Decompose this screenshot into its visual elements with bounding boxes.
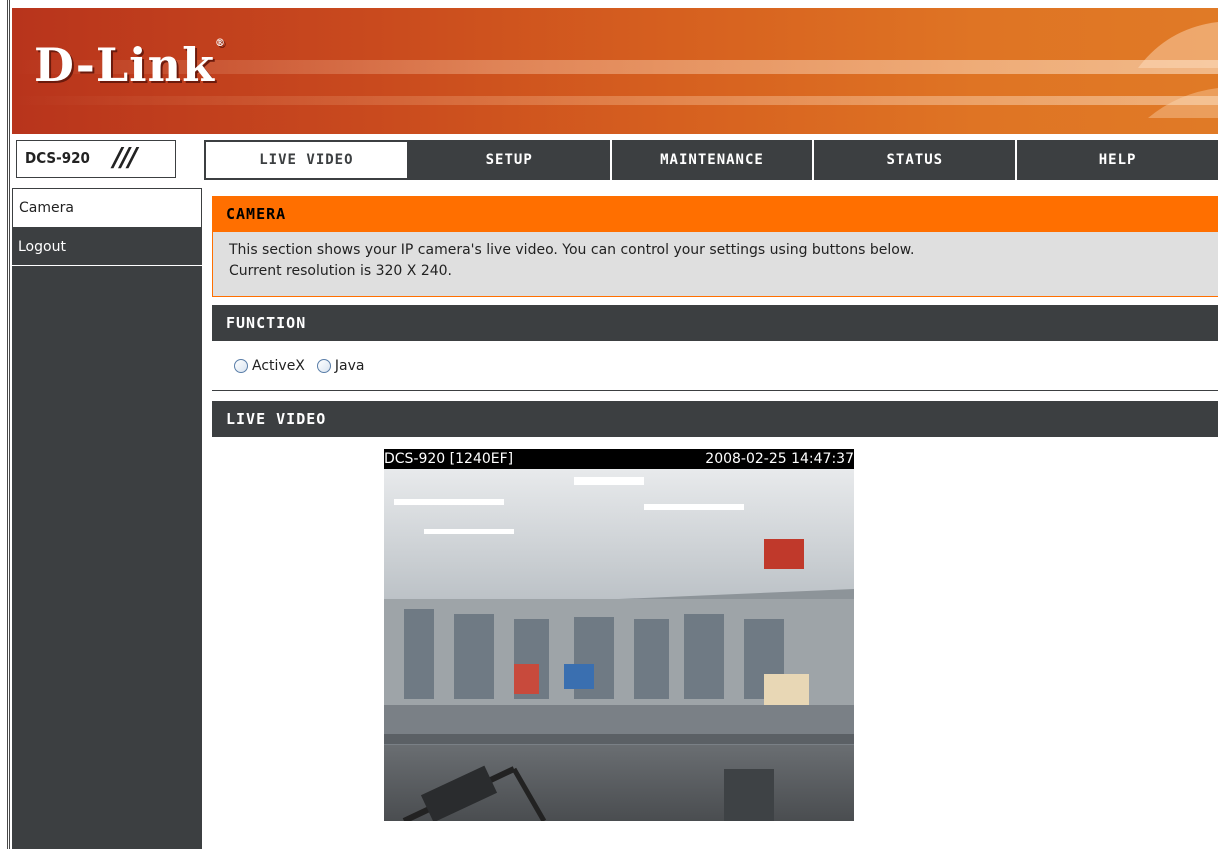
camera-section-body: This section shows your IP camera's live… (212, 232, 1218, 297)
activex-label: ActiveX (252, 357, 305, 374)
tab-status[interactable]: STATUS (814, 140, 1018, 180)
camera-image (384, 469, 854, 821)
tab-maintenance[interactable]: MAINTENANCE (611, 140, 815, 180)
camera-description: This section shows your IP camera's live… (229, 242, 915, 258)
tab-label: HELP (1098, 152, 1137, 168)
function-options: ActiveX Java (212, 341, 1218, 391)
camera-section-header: CAMERA (212, 196, 1218, 232)
activex-radio[interactable] (234, 358, 248, 373)
tab-help[interactable]: HELP (1017, 140, 1218, 180)
tab-setup[interactable]: SETUP (408, 140, 612, 180)
function-section-header: FUNCTION (212, 305, 1218, 341)
video-timestamp: 2008-02-25 14:47:37 (705, 451, 854, 467)
nav-tabs: LIVE VIDEO SETUP MAINTENANCE STATUS HELP (204, 140, 1218, 180)
header-banner: D-Link® (12, 8, 1218, 134)
java-option[interactable]: Java (316, 357, 365, 374)
banner-swoosh-graphic (1138, 22, 1218, 118)
live-video-body: DCS-920 [1240EF] 2008-02-25 14:47:37 (212, 437, 1218, 857)
activex-option[interactable]: ActiveX (234, 358, 305, 374)
top-navigation: DCS-920 /// LIVE VIDEO SETUP MAINTENANCE… (12, 136, 1218, 184)
model-slashes: /// (113, 143, 137, 173)
tab-label: SETUP (485, 152, 533, 168)
sidebar: Camera Logout (12, 188, 202, 849)
banner-stripe (12, 96, 1218, 105)
java-radio[interactable] (316, 358, 331, 373)
live-video-feed: DCS-920 [1240EF] 2008-02-25 14:47:37 (384, 449, 854, 821)
java-label: Java (334, 357, 365, 374)
resolution-text: Current resolution is 320 X 240. (229, 263, 453, 279)
model-badge: DCS-920 /// (16, 140, 176, 178)
dlink-logo: D-Link® (34, 38, 226, 92)
main-content: CAMERA This section shows your IP camera… (212, 196, 1218, 857)
sidebar-item-label: Logout (18, 239, 66, 255)
sidebar-item-label: Camera (19, 200, 74, 216)
logo-text: D-Link (34, 38, 215, 92)
tab-label: LIVE VIDEO (259, 152, 354, 168)
tab-label: STATUS (886, 152, 944, 168)
sidebar-item-logout[interactable]: Logout (12, 228, 202, 266)
sidebar-item-camera[interactable]: Camera (12, 188, 202, 228)
tab-live-video[interactable]: LIVE VIDEO (204, 140, 409, 180)
video-overlay-caption: DCS-920 [1240EF] 2008-02-25 14:47:37 (384, 449, 854, 469)
tab-label: MAINTENANCE (660, 152, 764, 168)
registered-mark: ® (214, 38, 226, 49)
video-camera-name: DCS-920 [1240EF] (384, 451, 514, 467)
live-video-section-header: LIVE VIDEO (212, 401, 1218, 437)
model-label: DCS-920 (25, 149, 90, 167)
window-frame-edge (0, 0, 10, 849)
